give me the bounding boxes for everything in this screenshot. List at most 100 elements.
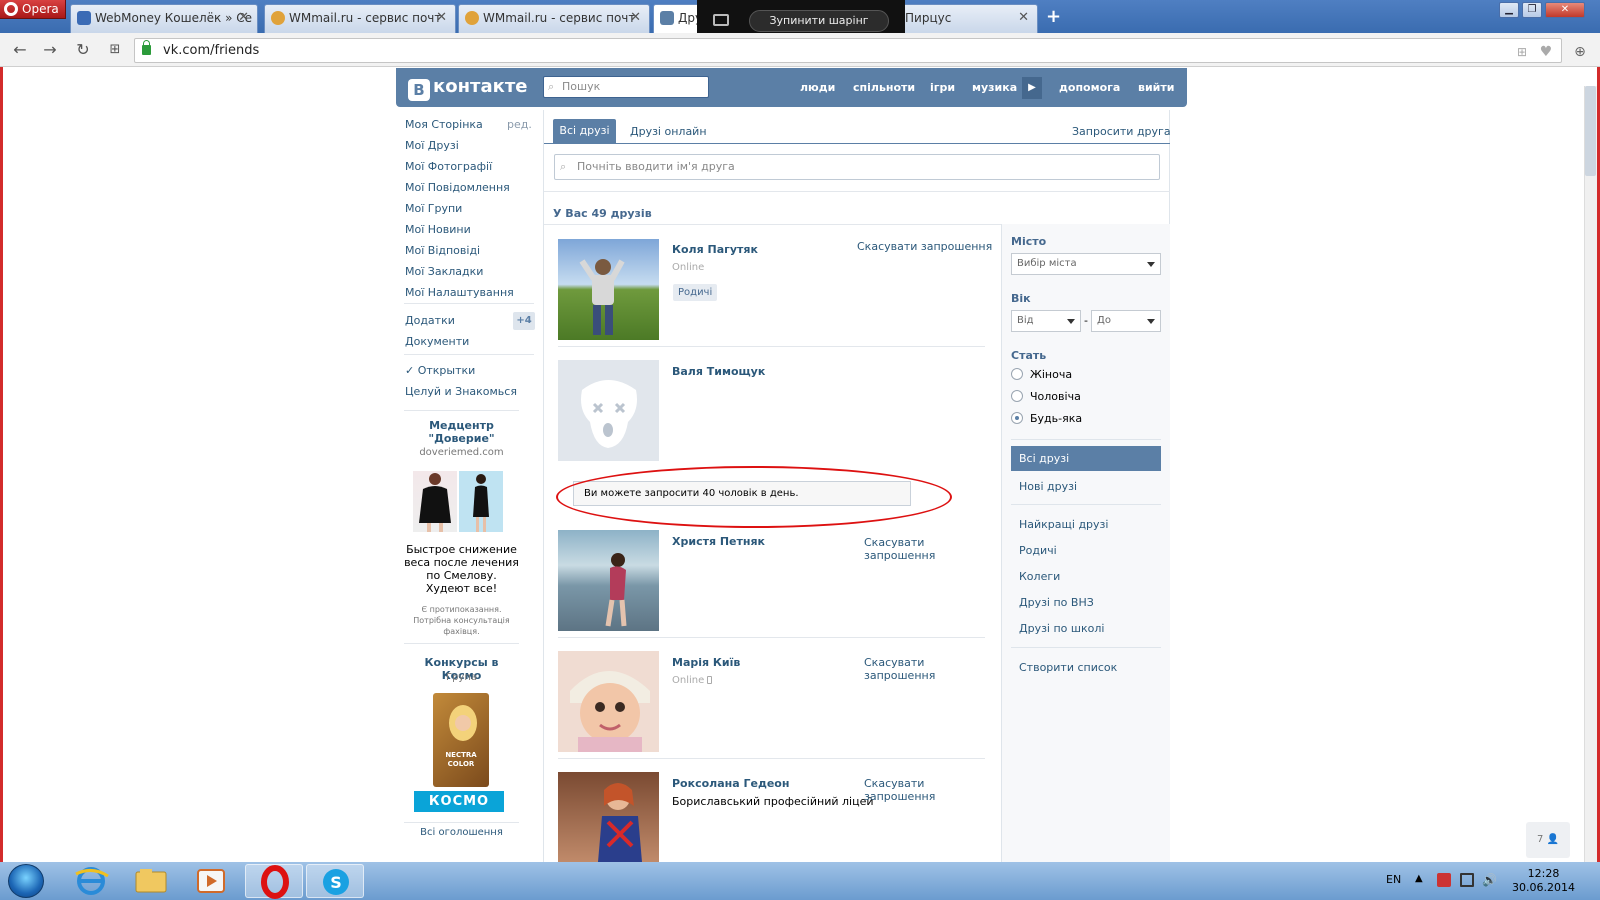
menu-my-news[interactable]: Мої Новини [405,223,471,236]
action-center-icon[interactable] [1437,873,1451,887]
heart-icon[interactable]: ♥ [1536,42,1556,62]
nav-help[interactable]: допомога [1059,81,1120,94]
tab-close-icon[interactable]: ✕ [630,5,641,31]
menu-my-friends[interactable]: Мої Друзі [405,139,459,152]
media-player-taskbar-button[interactable] [182,864,240,898]
speed-dial-grid-icon[interactable]: ⊞ [105,40,125,60]
tab-all-friends[interactable]: Всі друзі [553,119,616,143]
tab-close-icon[interactable]: ✕ [436,5,447,31]
friend-avatar-placeholder[interactable] [558,360,659,461]
tab-close-icon[interactable]: ✕ [1018,5,1029,31]
browser-tab-webmoney[interactable]: WebMoney Кошелёк » Се ✕ [70,4,258,33]
music-play-icon[interactable]: ▶ [1022,77,1042,99]
sex-female-radio[interactable] [1011,368,1023,380]
forward-arrow-icon[interactable]: → [40,40,60,60]
friend-name[interactable]: Марія Київ [672,656,740,669]
list-colleagues[interactable]: Колеги [1019,570,1060,583]
friend-name[interactable]: Валя Тимощук [672,365,765,378]
volume-icon[interactable]: 🔊 [1482,873,1497,887]
friend-avatar[interactable] [558,772,659,862]
friend-search-input[interactable]: Почніть вводити ім'я друга [554,154,1160,180]
friend-avatar[interactable] [558,651,659,752]
age-to-select[interactable]: До [1091,310,1161,332]
list-relatives[interactable]: Родичі [1019,544,1057,557]
friend-name[interactable]: Христя Петняк [672,535,765,548]
menu-documents[interactable]: Документи [405,335,469,348]
stop-sharing-button[interactable]: Зупинити шарінг [749,10,889,32]
apps-count-badge[interactable]: +4 [513,312,535,330]
list-university-friends[interactable]: Друзі по ВНЗ [1019,596,1094,609]
nav-music[interactable]: музика [972,81,1017,94]
tiles-icon[interactable]: ⊞ [1512,42,1532,62]
menu-kiss-and-meet[interactable]: Целуй и Знакомься [405,385,517,398]
sex-any-radio[interactable] [1011,412,1023,424]
ad-text[interactable]: Быстрое снижение веса после лечения по С… [404,543,519,595]
friend-name[interactable]: Коля Пагутяк [672,243,758,256]
nav-communities[interactable]: спільноти [853,81,915,94]
minimize-button[interactable]: ▁ [1499,2,1519,18]
browser-tab-vk-friends[interactable]: Дру [653,4,703,33]
cancel-invite-link[interactable]: Скасувати запрошення [864,656,954,682]
create-list-link[interactable]: Створити список [1019,661,1117,674]
system-clock[interactable]: 12:28 30.06.2014 [1512,867,1575,895]
age-from-select[interactable]: Від [1011,310,1081,332]
language-indicator[interactable]: EN [1386,873,1401,886]
friends-online-counter[interactable]: 7 👤 [1526,822,1570,858]
friend-name[interactable]: Роксолана Гедеон [672,777,789,790]
city-select[interactable]: Вибір міста [1011,253,1161,275]
ie-taskbar-button[interactable] [62,864,120,898]
tab-close-icon[interactable]: ✕ [238,5,249,31]
nav-people[interactable]: люди [800,81,835,94]
cancel-invite-link[interactable]: Скасувати запрошення [857,240,992,253]
menu-my-photos[interactable]: Мої Фотографії [405,160,492,173]
menu-my-groups[interactable]: Мої Групи [405,202,462,215]
opera-taskbar-button[interactable] [245,864,303,899]
reload-icon[interactable]: ↻ [73,40,93,60]
ad2-product-image[interactable]: NECTRA COLOR [433,693,489,787]
new-tab-button[interactable]: + [1046,6,1061,27]
browser-tab-wmmail-1[interactable]: WMmail.ru - сервис почт ✕ [264,4,456,33]
explorer-taskbar-button[interactable] [122,864,180,898]
menu-my-bookmarks[interactable]: Мої Закладки [405,265,483,278]
url-input[interactable]: vk.com/friends [134,38,1562,63]
sex-any-label[interactable]: Будь-яка [1030,412,1082,425]
list-school-friends[interactable]: Друзі по школі [1019,622,1104,635]
tab-friends-online[interactable]: Друзі онлайн [630,125,707,138]
list-all-friends[interactable]: Всі друзі [1011,446,1161,471]
maximize-button[interactable]: ❐ [1522,2,1542,18]
sex-male-radio[interactable] [1011,390,1023,402]
vk-search-input[interactable]: Пошук [543,76,709,98]
sex-male-label[interactable]: Чоловіча [1030,390,1081,403]
scrollbar-thumb[interactable] [1585,86,1596,176]
menu-edit-link[interactable]: ред. [507,118,532,131]
windows-start-button[interactable] [8,864,44,898]
tray-expand-icon[interactable]: ▲ [1415,873,1429,887]
browser-tab-wmmail-2[interactable]: WMmail.ru - сервис почт ✕ [458,4,650,33]
download-icon[interactable]: ⊕ [1570,42,1590,62]
opera-menu-button[interactable]: Opera [0,0,66,19]
sex-female-label[interactable]: Жіноча [1030,368,1072,381]
list-best-friends[interactable]: Найкращі друзі [1019,518,1108,531]
vk-logo[interactable]: Вконтакте [408,76,527,101]
menu-my-answers[interactable]: Мої Відповіді [405,244,480,257]
friend-list-tag[interactable]: Родичі [673,284,718,301]
friend-avatar[interactable] [558,239,659,340]
nav-games[interactable]: ігри [930,81,955,94]
close-window-button[interactable]: ✕ [1545,2,1585,18]
skype-taskbar-button[interactable]: S [306,864,364,898]
page-scrollbar[interactable] [1584,86,1597,862]
all-ads-link[interactable]: Всі оголошення [404,827,519,838]
invite-friend-link[interactable]: Запросити друга [1072,125,1171,138]
list-new-friends[interactable]: Нові друзі [1019,480,1077,493]
ad-image-after[interactable] [459,471,503,532]
menu-my-page[interactable]: Моя Сторінка [405,118,483,131]
menu-postcards[interactable]: ✓ Открытки [405,364,475,377]
cancel-invite-link[interactable]: Скасувати запрошення [864,536,954,562]
menu-my-settings[interactable]: Мої Налаштування [405,286,514,299]
ad-image-before[interactable] [413,471,457,532]
menu-apps[interactable]: Додатки [405,314,455,327]
ad2-brand-banner[interactable]: КОСМО [414,791,504,812]
nav-logout[interactable]: вийти [1138,81,1174,94]
friend-avatar[interactable] [558,530,659,631]
back-arrow-icon[interactable]: ← [10,40,30,60]
